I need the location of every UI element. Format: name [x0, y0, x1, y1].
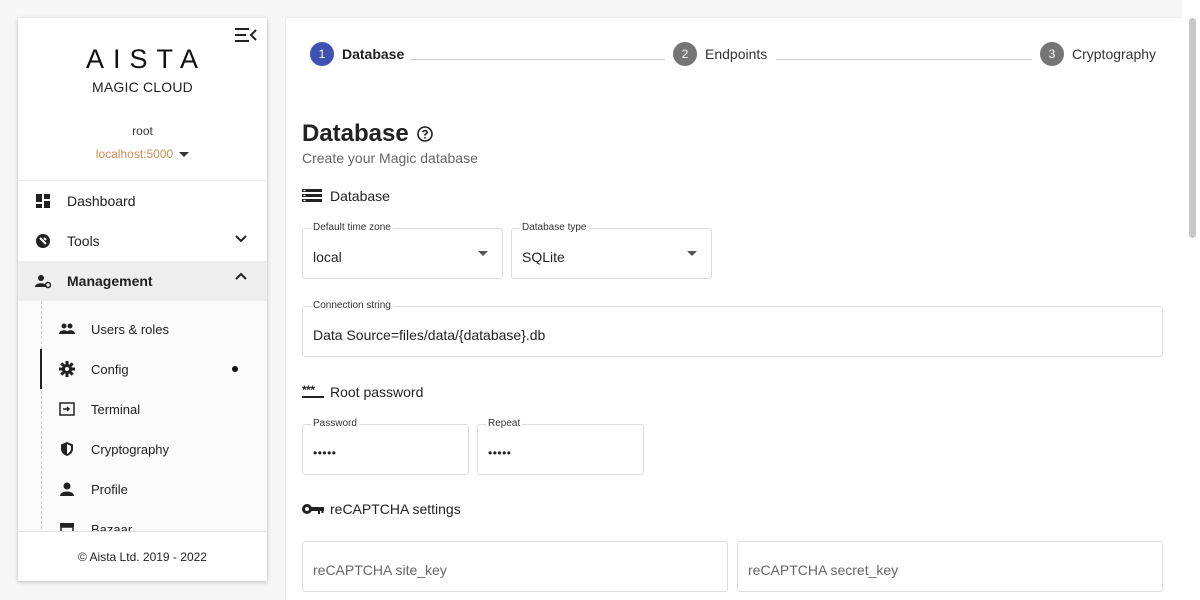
field-value: •••••	[488, 446, 512, 460]
field-placeholder: reCAPTCHA site_key	[313, 562, 447, 578]
sidebar-item-label: Config	[91, 361, 129, 377]
page-subtitle: Create your Magic database	[302, 150, 478, 166]
sidebar-item-config[interactable]: Config	[18, 349, 267, 389]
page-title: Database	[302, 120, 409, 147]
sidebar-item-label: Cryptography	[91, 441, 170, 457]
storage-icon	[302, 188, 324, 204]
step-label: Database	[342, 46, 405, 62]
password-icon-glyph: ***	[302, 383, 315, 397]
section-title: Root password	[330, 384, 424, 400]
menu-collapse-icon[interactable]	[235, 26, 257, 44]
nav-item-label: Management	[67, 273, 153, 289]
recaptcha-site-key-input[interactable]: reCAPTCHA site_key	[302, 541, 728, 592]
scrollbar-thumb[interactable]	[1189, 18, 1196, 238]
help-icon[interactable]	[416, 126, 433, 142]
field-label: Default time zone	[311, 222, 393, 233]
field-value: SQLite	[522, 249, 565, 265]
field-label: Connection string	[311, 300, 393, 311]
sidebar-item-profile[interactable]: Profile	[18, 469, 267, 509]
backend-url: localhost:5000	[95, 147, 174, 161]
gear-icon	[59, 361, 75, 377]
sidebar-item-cryptography[interactable]: Cryptography	[18, 429, 267, 469]
nav-item-label: Dashboard	[67, 193, 136, 209]
database-section-header: Database	[302, 188, 390, 204]
dashboard-icon	[35, 193, 51, 209]
key-icon	[302, 501, 324, 517]
step-number: 2	[673, 42, 697, 66]
password-field[interactable]: Password •••••	[302, 418, 469, 475]
nav-item-tools[interactable]: Tools	[18, 221, 267, 261]
main-panel: 1 Database 2 Endpoints 3 Cryptography Da…	[286, 18, 1182, 600]
field-value: •••••	[313, 446, 337, 460]
page-heading: Database	[302, 120, 433, 148]
caret-down-icon	[179, 151, 190, 157]
nav-item-dashboard[interactable]: Dashboard	[18, 181, 267, 221]
sidebar-item-label: Terminal	[91, 401, 141, 417]
sidebar-item-label: Users & roles	[91, 321, 170, 337]
scrollbar[interactable]	[1182, 0, 1200, 600]
caret-down-icon	[687, 251, 697, 256]
sidebar-item-label: Profile	[91, 481, 128, 497]
field-value: local	[313, 249, 342, 265]
backend-selector[interactable]: localhost:5000	[95, 147, 190, 161]
step-connector	[410, 59, 665, 60]
step-number: 3	[1040, 42, 1064, 66]
step-connector	[776, 59, 1032, 60]
sidebar-nav: Dashboard Tools Management Users & roles	[18, 181, 267, 531]
logo: AISTA MAGIC CLOUD	[18, 44, 267, 95]
password-icon: ***	[302, 384, 324, 400]
stepper: 1 Database 2 Endpoints 3 Cryptography	[310, 42, 1158, 66]
step-label: Cryptography	[1072, 46, 1157, 62]
sidebar: AISTA MAGIC CLOUD root localhost:5000 Da…	[18, 18, 267, 581]
sidebar-item-label: Bazaar	[91, 521, 133, 532]
database-type-select[interactable]: Database type SQLite	[511, 222, 712, 279]
sidebar-footer: © Aista Ltd. 2019 - 2022	[18, 531, 267, 581]
field-placeholder: reCAPTCHA secret_key	[748, 562, 899, 578]
logo-word: AISTA	[85, 44, 208, 74]
management-icon	[35, 273, 51, 289]
sidebar-item-bazaar[interactable]: Bazaar	[18, 509, 267, 531]
field-value: Data Source=files/data/{database}.db	[313, 327, 546, 343]
field-label: Password	[311, 418, 359, 429]
repeat-password-field[interactable]: Repeat •••••	[477, 418, 644, 475]
step-cryptography[interactable]: 3 Cryptography	[1040, 42, 1156, 66]
terminal-icon	[59, 401, 75, 417]
step-label: Endpoints	[705, 46, 768, 62]
timezone-select[interactable]: Default time zone local	[302, 222, 503, 279]
sidebar-item-terminal[interactable]: Terminal	[18, 389, 267, 429]
field-label: Repeat	[486, 418, 523, 429]
management-submenu: Users & roles Config Terminal Cryptograp…	[18, 301, 267, 531]
tools-icon	[35, 233, 51, 249]
shield-icon	[59, 441, 75, 457]
section-title: reCAPTCHA settings	[330, 501, 461, 517]
nav-item-management[interactable]: Management	[18, 261, 267, 301]
people-icon	[59, 321, 75, 337]
step-endpoints[interactable]: 2 Endpoints	[673, 42, 767, 66]
sidebar-item-users-roles[interactable]: Users & roles	[18, 309, 267, 349]
root-password-section-header: *** Root password	[302, 384, 423, 400]
store-icon	[59, 521, 75, 531]
caret-down-icon	[478, 251, 488, 256]
chevron-up-icon	[235, 272, 247, 280]
user-info: root localhost:5000	[18, 124, 267, 161]
step-number: 1	[310, 42, 334, 66]
step-database[interactable]: 1 Database	[310, 42, 404, 66]
recaptcha-section-header: reCAPTCHA settings	[302, 501, 461, 517]
nav-item-label: Tools	[67, 233, 100, 249]
username: root	[132, 124, 153, 138]
logo-subtitle: MAGIC CLOUD	[92, 79, 193, 95]
active-indicator-dot	[232, 366, 238, 372]
field-label: Database type	[520, 222, 589, 233]
person-icon	[59, 481, 75, 497]
section-title: Database	[330, 188, 390, 204]
connection-string-input[interactable]: Connection string Data Source=files/data…	[302, 300, 1163, 357]
chevron-down-icon	[235, 235, 247, 243]
recaptcha-secret-key-input[interactable]: reCAPTCHA secret_key	[737, 541, 1163, 592]
